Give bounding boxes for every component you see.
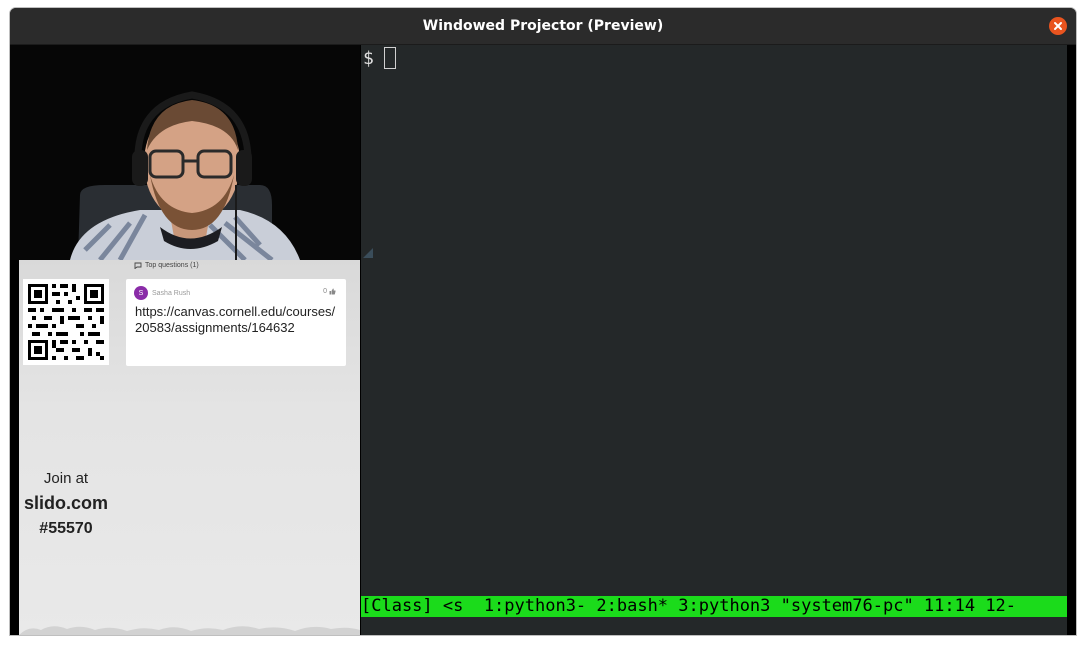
close-button[interactable] — [1049, 17, 1067, 35]
tmux-status-bar: [Class] <s 1:python3- 2:bash* 3:python3 … — [361, 596, 1067, 617]
top-questions-header[interactable]: Top questions (1) — [134, 262, 199, 269]
close-icon — [1054, 22, 1062, 30]
author-name: Sasha Rush — [152, 289, 191, 297]
qr-code — [23, 279, 109, 365]
projector-window: Windowed Projector (Preview) Top questio… — [10, 8, 1076, 635]
prompt-symbol: $ — [363, 47, 374, 69]
like-button[interactable]: 0 — [323, 288, 336, 295]
presenter-video — [10, 45, 360, 260]
shell-prompt[interactable]: $ — [363, 47, 396, 69]
question-card[interactable]: S Sasha Rush 0 https://canvas.cornell.ed… — [126, 279, 346, 366]
slido-domain: slido.com — [23, 493, 108, 513]
title-bar[interactable]: Windowed Projector (Preview) — [10, 8, 1076, 45]
avatar: S — [134, 286, 148, 300]
terminal-cursor — [383, 47, 396, 69]
projector-content: Top questions (1) S Sasha Rush 0 https:/… — [10, 45, 1076, 635]
webcam-feed — [10, 45, 360, 260]
resize-grip[interactable] — [363, 248, 373, 258]
top-questions-label: Top questions (1) — [145, 262, 199, 269]
join-at-label: Join at — [43, 470, 89, 487]
join-info: Join at slido.com #55570 — [19, 470, 113, 538]
window-edge — [1067, 45, 1076, 635]
thumbs-up-icon — [329, 288, 336, 295]
like-count: 0 — [323, 288, 327, 295]
window-title: Windowed Projector (Preview) — [422, 18, 664, 34]
question-text: https://canvas.cornell.edu/courses/20583… — [135, 304, 336, 335]
terminal-footer — [361, 617, 1067, 635]
question-author: S Sasha Rush — [134, 286, 190, 300]
terminal-pane[interactable]: $ [Class] <s 1:python3- 2:bash* 3:python… — [361, 45, 1067, 635]
qr-code-icon — [23, 279, 109, 365]
slido-panel: Top questions (1) S Sasha Rush 0 https:/… — [19, 260, 360, 635]
speech-bubble-icon — [134, 262, 142, 269]
event-code: #55570 — [39, 520, 93, 537]
decorative-clouds — [19, 626, 360, 635]
